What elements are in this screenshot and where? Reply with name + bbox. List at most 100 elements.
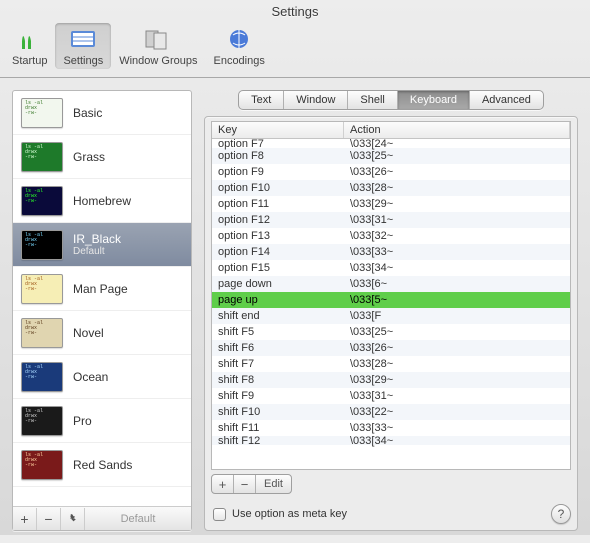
cell-action: \033[25~ xyxy=(344,326,570,338)
table-row[interactable]: page down\033[6~ xyxy=(212,276,570,292)
help-button[interactable]: ? xyxy=(551,504,571,524)
remove-profile-button[interactable]: − xyxy=(37,508,61,530)
profile-list[interactable]: ls -aldrwx-rw-Basicls -aldrwx-rw-Grassls… xyxy=(13,91,191,506)
table-row[interactable]: option F12\033[31~ xyxy=(212,212,570,228)
set-default-button[interactable]: Default xyxy=(85,513,191,525)
edit-binding-button[interactable]: Edit xyxy=(256,475,291,493)
add-profile-button[interactable]: + xyxy=(13,508,37,530)
toolbar-label: Settings xyxy=(63,55,103,67)
profiles-sidebar: ls -aldrwx-rw-Basicls -aldrwx-rw-Grassls… xyxy=(12,90,192,531)
content: ls -aldrwx-rw-Basicls -aldrwx-rw-Grassls… xyxy=(0,78,590,543)
cell-action: \033[24~ xyxy=(344,139,570,150)
cell-action: \033[29~ xyxy=(344,374,570,386)
cell-action: \033[5~ xyxy=(344,294,570,306)
column-header-key[interactable]: Key xyxy=(212,122,344,138)
profile-thumbnail: ls -aldrwx-rw- xyxy=(21,362,63,392)
table-row[interactable]: shift F12\033[34~ xyxy=(212,436,570,445)
toolbar-label: Startup xyxy=(12,55,47,67)
cell-action: \033[28~ xyxy=(344,358,570,370)
profile-subtitle: Default xyxy=(73,246,121,257)
profile-novel[interactable]: ls -aldrwx-rw-Novel xyxy=(13,311,191,355)
cell-action: \033[25~ xyxy=(344,150,570,162)
cell-key: option F7 xyxy=(212,139,344,150)
tab-shell[interactable]: Shell xyxy=(348,91,397,109)
cell-action: \033[34~ xyxy=(344,262,570,274)
cell-key: shift F7 xyxy=(212,358,344,370)
profile-thumbnail: ls -aldrwx-rw- xyxy=(21,142,63,172)
profile-name: Basic xyxy=(73,106,102,120)
profile-thumbnail: ls -aldrwx-rw- xyxy=(21,274,63,304)
profile-basic[interactable]: ls -aldrwx-rw-Basic xyxy=(13,91,191,135)
table-row[interactable]: option F14\033[33~ xyxy=(212,244,570,260)
table-row[interactable]: option F13\033[32~ xyxy=(212,228,570,244)
table-row[interactable]: shift F8\033[29~ xyxy=(212,372,570,388)
table-row[interactable]: shift F10\033[22~ xyxy=(212,404,570,420)
cell-key: option F13 xyxy=(212,230,344,242)
window groups-icon xyxy=(142,25,174,53)
cell-key: shift F12 xyxy=(212,435,344,447)
table-row[interactable]: option F15\033[34~ xyxy=(212,260,570,276)
profile-name: Homebrew xyxy=(73,194,131,208)
cell-key: shift end xyxy=(212,310,344,322)
add-binding-button[interactable]: + xyxy=(212,475,234,493)
table-row[interactable]: shift F7\033[28~ xyxy=(212,356,570,372)
startup-icon xyxy=(14,25,46,53)
toolbar-startup[interactable]: Startup xyxy=(4,23,55,69)
table-row[interactable]: shift F6\033[26~ xyxy=(212,340,570,356)
main-panel: TextWindowShellKeyboardAdvanced Key Acti… xyxy=(204,90,578,531)
profile-grass[interactable]: ls -aldrwx-rw- Grass xyxy=(13,135,191,179)
profile-name: Novel xyxy=(73,326,104,340)
profile-red-sands[interactable]: ls -aldrwx-rw-Red Sands xyxy=(13,443,191,487)
table-row[interactable]: option F10\033[28~ xyxy=(212,180,570,196)
cell-action: \033[33~ xyxy=(344,246,570,258)
keyboard-panel: Key Action option F7\033[24~option F8\03… xyxy=(204,116,578,531)
table-row[interactable]: option F7\033[24~ xyxy=(212,139,570,148)
cell-key: shift F11 xyxy=(212,422,344,434)
table-row[interactable]: option F11\033[29~ xyxy=(212,196,570,212)
profile-name: Grass xyxy=(73,150,105,164)
cell-key: option F14 xyxy=(212,246,344,258)
table-row[interactable]: shift end\033[F xyxy=(212,308,570,324)
profile-thumbnail: ls -aldrwx-rw- xyxy=(21,406,63,436)
tab-keyboard[interactable]: Keyboard xyxy=(398,91,470,109)
tab-window[interactable]: Window xyxy=(284,91,348,109)
toolbar-encodings[interactable]: Encodings xyxy=(205,23,272,69)
profile-pro[interactable]: ls -aldrwx-rw- Pro xyxy=(13,399,191,443)
meta-key-label: Use option as meta key xyxy=(232,508,347,520)
profile-man-page[interactable]: ls -aldrwx-rw- Man Page xyxy=(13,267,191,311)
table-row[interactable]: option F9\033[26~ xyxy=(212,164,570,180)
settings-icon xyxy=(67,25,99,53)
toolbar-window-groups[interactable]: Window Groups xyxy=(111,23,205,69)
profile-ir-black[interactable]: ls -aldrwx-rw-IR_BlackDefault xyxy=(13,223,191,267)
cell-key: option F12 xyxy=(212,214,344,226)
cell-action: \033[F xyxy=(344,310,570,322)
cell-key: option F10 xyxy=(212,182,344,194)
tabs: TextWindowShellKeyboardAdvanced xyxy=(204,90,578,110)
table-row[interactable]: option F8\033[25~ xyxy=(212,148,570,164)
cell-key: option F11 xyxy=(212,198,344,210)
toolbar-label: Window Groups xyxy=(119,55,197,67)
cell-key: shift F8 xyxy=(212,374,344,386)
cell-action: \033[34~ xyxy=(344,435,570,447)
table-row[interactable]: shift F9\033[31~ xyxy=(212,388,570,404)
tab-advanced[interactable]: Advanced xyxy=(470,91,543,109)
profile-ocean[interactable]: ls -aldrwx-rw-Ocean xyxy=(13,355,191,399)
meta-key-row: Use option as meta key ? xyxy=(211,504,571,524)
keybindings-table[interactable]: Key Action option F7\033[24~option F8\03… xyxy=(211,121,571,470)
cell-action: \033[29~ xyxy=(344,198,570,210)
profile-name: Pro xyxy=(73,414,92,428)
toolbar-settings[interactable]: Settings xyxy=(55,23,111,69)
cell-key: option F9 xyxy=(212,166,344,178)
profile-name: Man Page xyxy=(73,282,128,296)
cell-action: \033[26~ xyxy=(344,166,570,178)
use-option-as-meta-checkbox[interactable] xyxy=(213,508,226,521)
profile-homebrew[interactable]: ls -aldrwx-rw-Homebrew xyxy=(13,179,191,223)
toolbar-label: Encodings xyxy=(213,55,264,67)
remove-binding-button[interactable]: − xyxy=(234,475,256,493)
profile-actions-menu[interactable] xyxy=(61,508,85,530)
table-row[interactable]: shift F5\033[25~ xyxy=(212,324,570,340)
table-row[interactable]: page up\033[5~ xyxy=(212,292,570,308)
cell-key: shift F10 xyxy=(212,406,344,418)
tab-text[interactable]: Text xyxy=(239,91,284,109)
column-header-action[interactable]: Action xyxy=(344,122,570,138)
